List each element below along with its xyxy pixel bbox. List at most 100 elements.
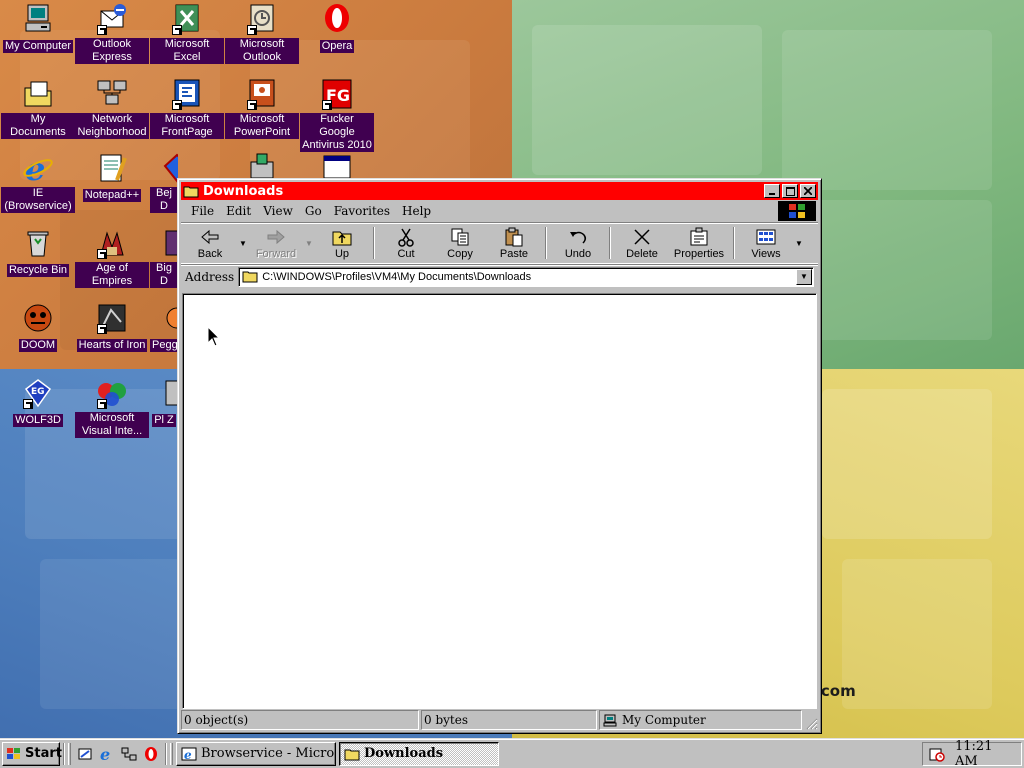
desktop-icon-microsoft-excel[interactable]: Microsoft Excel	[150, 3, 224, 64]
start-button[interactable]: Start	[2, 741, 62, 766]
notepad-plus-plus-icon	[95, 152, 129, 184]
desktop-icon-internet-explorer[interactable]: e IE (Browservice)	[1, 150, 75, 213]
excel-icon	[170, 3, 204, 35]
desktop-icon-doom[interactable]: DOOM	[1, 302, 75, 352]
undo-button[interactable]: Undo	[551, 225, 605, 261]
desktop-icon-my-documents[interactable]: My Documents	[1, 78, 75, 139]
status-location: My Computer	[599, 710, 802, 730]
folder-icon	[183, 184, 199, 198]
copy-button[interactable]: Copy	[433, 225, 487, 261]
paste-button[interactable]: Paste	[487, 225, 541, 261]
clock[interactable]: 11:21 AM	[955, 739, 1015, 768]
mouse-cursor-icon	[207, 326, 221, 347]
status-object-count: 0 object(s)	[181, 710, 419, 730]
close-button[interactable]	[800, 184, 816, 198]
quicklaunch-network[interactable]	[118, 743, 140, 765]
desktop-icon-notepad-plus-plus[interactable]: Notepad++	[75, 152, 149, 202]
window-title: Downloads	[203, 183, 284, 199]
folder-content-area[interactable]	[182, 293, 817, 709]
doom-icon	[21, 302, 55, 334]
status-size: 0 bytes	[421, 710, 597, 730]
undo-icon	[570, 231, 587, 244]
taskbar: Start e e Browservice - Micro... Downloa…	[0, 738, 1024, 768]
resize-grip[interactable]	[804, 716, 818, 730]
show-desktop-icon	[78, 748, 92, 759]
desktop-icon-big-d[interactable]: Big D	[150, 227, 178, 288]
title-bar[interactable]: Downloads	[181, 182, 818, 200]
menu-favorites[interactable]: Favorites	[328, 204, 396, 218]
game-icon	[160, 227, 178, 259]
cut-button[interactable]: Cut	[379, 225, 433, 261]
desktop-icon-peggle[interactable]: Pegg	[150, 302, 178, 352]
svg-text:e: e	[184, 748, 192, 761]
address-dropdown-button[interactable]: ▼	[796, 268, 812, 285]
recycle-bin-icon	[21, 227, 55, 259]
forward-arrow-icon	[267, 229, 285, 244]
quicklaunch-opera[interactable]	[140, 743, 162, 765]
windows-logo-icon	[778, 201, 816, 221]
desktop-icon-microsoft-frontpage[interactable]: Microsoft FrontPage	[150, 78, 224, 139]
outlook-icon	[245, 3, 279, 35]
desktop-icon-outlook-express[interactable]: Outlook Express	[75, 3, 149, 64]
maximize-button[interactable]	[782, 184, 798, 198]
copy-icon	[451, 228, 469, 245]
quicklaunch-grip[interactable]	[68, 742, 71, 765]
age-of-empires-icon	[95, 227, 129, 259]
delete-button[interactable]: Delete	[615, 225, 669, 261]
back-dropdown-button[interactable]: ▼	[237, 225, 249, 261]
menu-view[interactable]: View	[257, 204, 299, 218]
quicklaunch-ie[interactable]: e	[96, 743, 118, 765]
properties-button[interactable]: Properties	[669, 225, 729, 261]
my-documents-icon	[21, 78, 55, 110]
forward-button[interactable]: Forward	[249, 225, 303, 261]
menu-bar: File Edit View Go Favorites Help	[181, 200, 818, 222]
frontpage-icon	[170, 78, 204, 110]
task-browservice[interactable]: e Browservice - Micro...	[176, 741, 336, 766]
desktop-icon-recycle-bin[interactable]: Recycle Bin	[1, 227, 75, 277]
minimize-button[interactable]	[764, 184, 780, 198]
desktop-icon-wolf3d[interactable]: EG WOLF3D	[1, 377, 75, 427]
scheduler-icon[interactable]	[929, 746, 945, 762]
views-icon	[756, 229, 776, 244]
address-input[interactable]: C:\WINDOWS\Profiles\VM4\My Documents\Dow…	[238, 266, 814, 287]
quicklaunch-show-desktop[interactable]	[74, 743, 96, 765]
views-button[interactable]: Views	[739, 225, 793, 261]
desktop-icon-bejeweled[interactable]: Bej D	[150, 152, 178, 213]
desktop-icon-microsoft-outlook[interactable]: Microsoft Outlook	[225, 3, 299, 64]
menu-edit[interactable]: Edit	[220, 204, 257, 218]
tasklist-grip[interactable]	[170, 742, 173, 765]
views-dropdown-button[interactable]: ▼	[793, 225, 805, 261]
desktop-icon-age-of-empires[interactable]: Age of Empires	[75, 227, 149, 288]
menu-go[interactable]: Go	[299, 204, 328, 218]
desktop-icon-network-neighborhood[interactable]: Network Neighborhood	[75, 78, 149, 139]
opera-icon	[320, 3, 354, 35]
explorer-window: Downloads File Edit View Go Favorites He…	[177, 178, 822, 734]
menu-file[interactable]: File	[185, 204, 220, 218]
desktop-icon-antivirus[interactable]: FG Fucker Google Antivirus 2010	[300, 78, 374, 152]
folder-icon	[344, 747, 360, 761]
taskbar-separator	[63, 742, 65, 765]
desktop-icon-microsoft-powerpoint[interactable]: Microsoft PowerPoint	[225, 78, 299, 139]
desktop-icon-hearts-of-iron[interactable]: Hearts of Iron	[75, 302, 149, 352]
game-icon	[160, 377, 178, 409]
outlook-express-icon	[95, 3, 129, 35]
up-button[interactable]: Up	[315, 225, 369, 261]
scissors-icon	[398, 228, 414, 247]
toolbar-separator	[545, 227, 547, 259]
desktop-icon-visual-interdev[interactable]: Microsoft Visual Inte...	[75, 377, 149, 438]
desktop-icon-opera[interactable]: Opera	[300, 3, 374, 53]
toolbar-separator	[609, 227, 611, 259]
task-downloads[interactable]: Downloads	[339, 741, 499, 766]
desktop-icon-pl-z[interactable]: Pl Z	[150, 377, 178, 427]
forward-dropdown-button[interactable]: ▼	[303, 225, 315, 261]
internet-explorer-icon: e	[181, 747, 197, 762]
menu-help[interactable]: Help	[396, 204, 437, 218]
desktop-icon-my-computer[interactable]: My Computer	[1, 3, 75, 53]
visual-interdev-icon	[95, 377, 129, 409]
taskbar-separator	[165, 742, 167, 765]
peggle-icon	[160, 302, 178, 334]
svg-text:e: e	[100, 746, 110, 762]
folder-icon	[242, 270, 258, 283]
system-tray: 11:21 AM	[922, 739, 1022, 768]
back-button[interactable]: Back	[183, 225, 237, 261]
